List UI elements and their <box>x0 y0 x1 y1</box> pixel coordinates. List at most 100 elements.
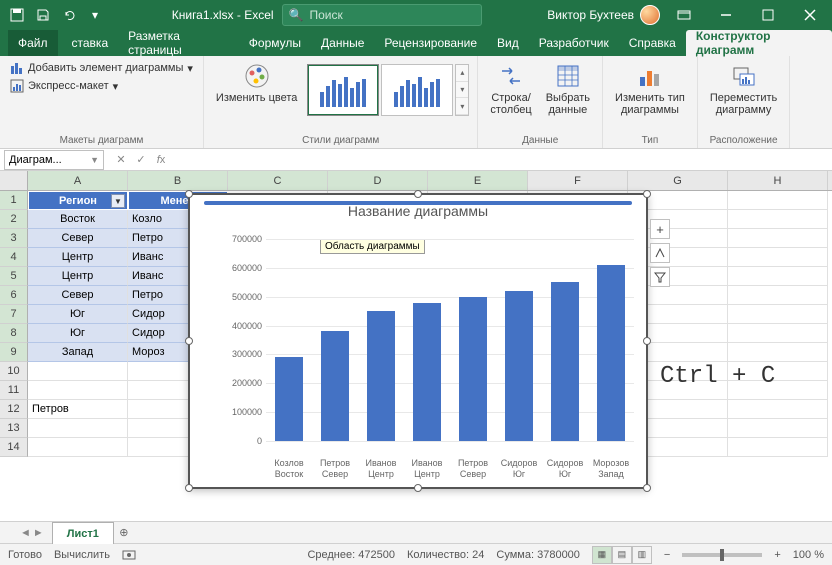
cell[interactable] <box>728 229 828 248</box>
cell[interactable] <box>728 286 828 305</box>
tab-chart-design[interactable]: Конструктор диаграмм <box>686 30 832 56</box>
cell[interactable]: Запад <box>28 343 128 362</box>
col-header[interactable]: F <box>528 171 628 190</box>
view-normal-button[interactable]: ▦ <box>592 546 612 564</box>
cell[interactable]: Центр <box>28 267 128 286</box>
cell[interactable] <box>728 210 828 229</box>
name-box[interactable]: Диаграм... ▼ <box>4 150 104 170</box>
cell[interactable] <box>728 419 828 438</box>
cell[interactable] <box>728 248 828 267</box>
chart-styles-button[interactable] <box>650 243 670 263</box>
cell[interactable] <box>728 343 828 362</box>
cell[interactable]: Юг <box>28 324 128 343</box>
cell[interactable]: Регион▼ <box>28 191 128 210</box>
zoom-level[interactable]: 100 % <box>793 549 824 561</box>
row-header[interactable]: 6 <box>0 286 28 305</box>
avatar[interactable] <box>640 5 660 25</box>
cell[interactable]: Восток <box>28 210 128 229</box>
chart-style-2[interactable] <box>381 64 453 116</box>
row-header[interactable]: 12 <box>0 400 28 419</box>
chart-elements-button[interactable]: + <box>650 219 670 239</box>
chart-bar[interactable] <box>275 357 303 441</box>
row-header[interactable]: 7 <box>0 305 28 324</box>
cancel-formula-icon[interactable]: ✕ <box>112 151 130 169</box>
chart-style-1[interactable] <box>307 64 379 116</box>
sheet-next-icon[interactable]: ► <box>33 527 44 539</box>
row-header[interactable]: 13 <box>0 419 28 438</box>
close-icon[interactable] <box>792 0 828 30</box>
chart-title-handle[interactable] <box>204 201 632 205</box>
move-chart-button[interactable]: Переместить диаграмму <box>706 60 781 118</box>
cell[interactable] <box>728 400 828 419</box>
maximize-icon[interactable] <box>750 0 786 30</box>
cell[interactable] <box>728 324 828 343</box>
select-data-button[interactable]: Выбрать данные <box>542 60 594 118</box>
row-header[interactable]: 11 <box>0 381 28 400</box>
chart-filters-button[interactable] <box>650 267 670 287</box>
tab-view[interactable]: Вид <box>487 30 529 56</box>
add-sheet-button[interactable]: ⊕ <box>114 526 134 539</box>
row-header[interactable]: 14 <box>0 438 28 457</box>
col-header[interactable]: A <box>28 171 128 190</box>
col-header[interactable]: B <box>128 171 228 190</box>
gallery-more-button[interactable]: ▴▾▾ <box>455 64 469 116</box>
select-all-corner[interactable] <box>0 171 28 190</box>
row-header[interactable]: 3 <box>0 229 28 248</box>
zoom-in-button[interactable]: + <box>774 549 780 561</box>
row-header[interactable]: 4 <box>0 248 28 267</box>
cell[interactable]: Север <box>28 286 128 305</box>
row-header[interactable]: 1 <box>0 191 28 210</box>
zoom-out-button[interactable]: − <box>664 549 670 561</box>
qat-dropdown-icon[interactable]: ▾ <box>84 4 106 26</box>
chart-title[interactable]: Название диаграммы <box>190 195 646 219</box>
cell[interactable] <box>728 305 828 324</box>
col-header[interactable]: E <box>428 171 528 190</box>
tab-formulas[interactable]: Формулы <box>239 30 311 56</box>
col-header[interactable]: D <box>328 171 428 190</box>
chart-bar[interactable] <box>321 331 349 441</box>
change-chart-type-button[interactable]: Изменить тип диаграммы <box>611 60 689 118</box>
cell[interactable] <box>728 267 828 286</box>
cell[interactable] <box>28 362 128 381</box>
tab-developer[interactable]: Разработчик <box>529 30 619 56</box>
chart-bar[interactable] <box>459 297 487 441</box>
macro-record-icon[interactable] <box>122 548 136 562</box>
add-chart-element-button[interactable]: Добавить элемент диаграммы ▾ <box>8 60 195 76</box>
view-page-layout-button[interactable]: ▤ <box>612 546 632 564</box>
view-page-break-button[interactable]: ▥ <box>632 546 652 564</box>
enter-formula-icon[interactable]: ✓ <box>132 151 150 169</box>
minimize-icon[interactable] <box>708 0 744 30</box>
undo-icon[interactable] <box>58 4 80 26</box>
chart-bar[interactable] <box>413 303 441 442</box>
user-name[interactable]: Виктор Бухтеев <box>547 8 634 22</box>
cell[interactable]: Центр <box>28 248 128 267</box>
formula-input[interactable] <box>174 150 832 170</box>
cell[interactable] <box>728 191 828 210</box>
quick-layout-button[interactable]: Экспресс-макет ▾ <box>8 78 195 94</box>
row-header[interactable]: 5 <box>0 267 28 286</box>
sheet-prev-icon[interactable]: ◄ <box>20 527 31 539</box>
search-box[interactable]: 🔍 Поиск <box>282 4 482 26</box>
chart-plot-area[interactable]: 0100000200000300000400000500000600000700… <box>220 239 634 441</box>
row-header[interactable]: 8 <box>0 324 28 343</box>
tab-help[interactable]: Справка <box>619 30 686 56</box>
cell[interactable] <box>28 438 128 457</box>
ribbon-options-icon[interactable] <box>666 0 702 30</box>
chart-bar[interactable] <box>551 282 579 441</box>
switch-row-col-button[interactable]: Строка/ столбец <box>486 60 535 118</box>
tab-page-layout[interactable]: Разметка страницы <box>118 30 239 56</box>
chart-bar[interactable] <box>367 311 395 441</box>
row-header[interactable]: 2 <box>0 210 28 229</box>
tab-data[interactable]: Данные <box>311 30 374 56</box>
tab-file[interactable]: Файл <box>8 30 58 56</box>
filter-button[interactable]: ▼ <box>111 194 125 208</box>
tab-insert[interactable]: ставка <box>62 30 119 56</box>
change-colors-button[interactable]: Изменить цвета <box>212 60 301 106</box>
tab-review[interactable]: Рецензирование <box>374 30 487 56</box>
autosave-icon[interactable] <box>6 4 28 26</box>
zoom-slider[interactable] <box>682 553 762 557</box>
cell[interactable] <box>28 419 128 438</box>
col-header[interactable]: G <box>628 171 728 190</box>
cell[interactable]: Север <box>28 229 128 248</box>
fx-icon[interactable]: fx <box>152 151 170 169</box>
